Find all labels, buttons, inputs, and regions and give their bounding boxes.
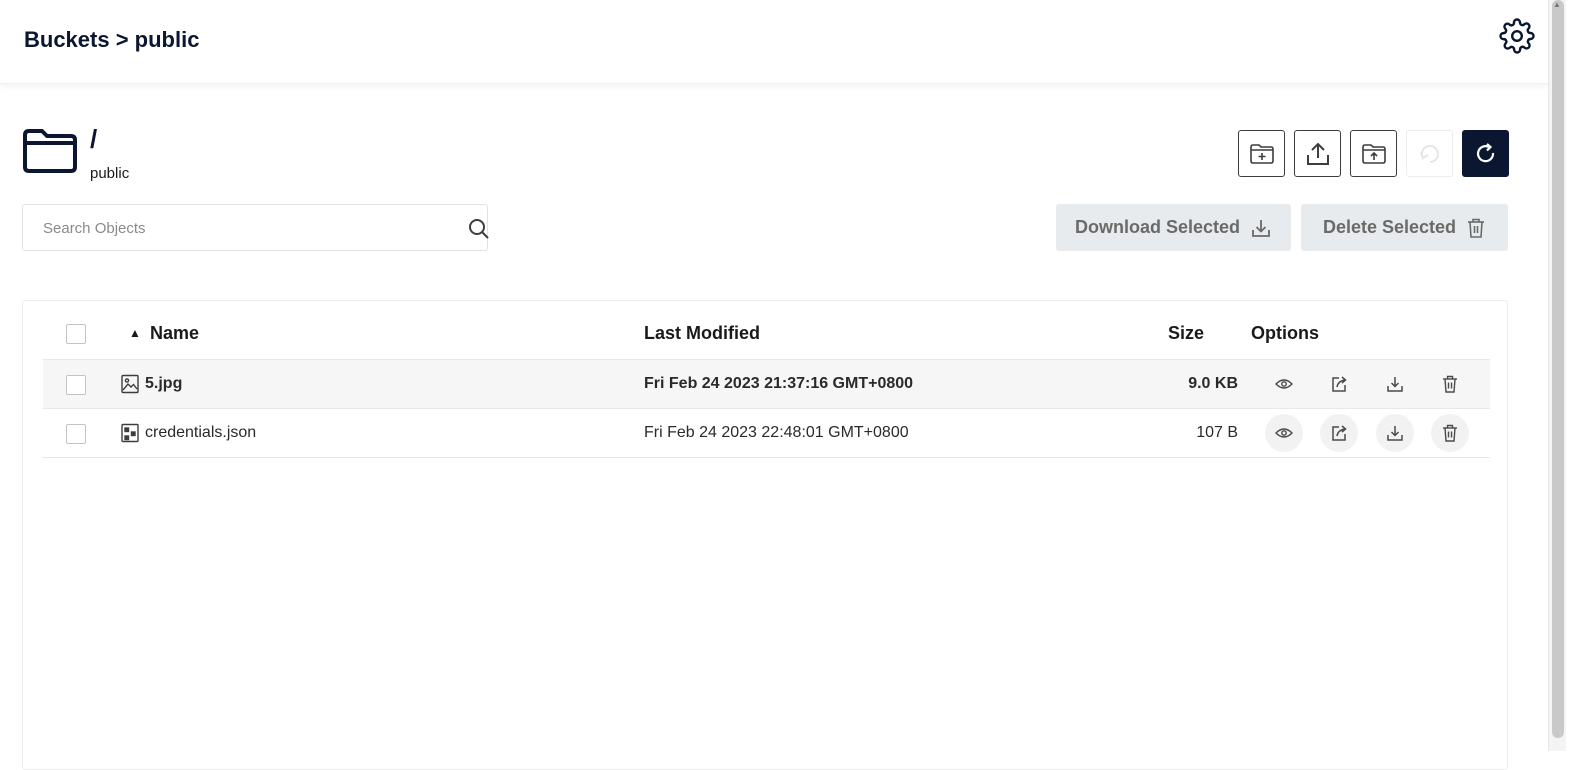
delete-button[interactable] [1431, 365, 1469, 403]
upload-icon [1306, 142, 1329, 165]
row-checkbox[interactable] [66, 375, 86, 395]
current-path: / [90, 124, 98, 154]
table-row[interactable]: credentials.json Fri Feb 24 2023 22:48:0… [43, 409, 1490, 458]
download-button[interactable] [1376, 414, 1414, 452]
rewind-icon [1419, 144, 1439, 163]
file-modified: Fri Feb 24 2023 21:37:16 GMT+0800 [644, 375, 914, 392]
share-icon [1332, 425, 1347, 441]
download-selected-button[interactable]: Download Selected [1056, 204, 1291, 251]
file-size: 9.0 KB [1188, 375, 1238, 392]
search-icon[interactable] [468, 218, 490, 240]
file-name[interactable]: 5.jpg [145, 375, 182, 393]
row-checkbox[interactable] [66, 424, 86, 444]
download-button[interactable] [1376, 365, 1414, 403]
breadcrumb[interactable]: Buckets > public [24, 27, 199, 53]
trash-icon [1443, 375, 1457, 393]
table-header: ▲ Name Last Modified Size Options [43, 301, 1490, 360]
upload-file-button[interactable] [1294, 130, 1341, 177]
folder-plus-icon [1249, 143, 1274, 164]
json-file-icon [121, 423, 139, 443]
refresh-button[interactable] [1462, 130, 1509, 177]
eye-icon [1275, 379, 1293, 389]
trash-icon [1468, 218, 1485, 238]
column-last-modified[interactable]: Last Modified [644, 323, 760, 344]
file-modified: Fri Feb 24 2023 22:48:01 GMT+0800 [644, 424, 909, 441]
file-name[interactable]: credentials.json [145, 424, 256, 442]
create-folder-button[interactable] [1238, 130, 1285, 177]
folder-icon [23, 129, 77, 173]
rewind-button[interactable] [1406, 130, 1453, 177]
share-button[interactable] [1320, 365, 1358, 403]
share-button[interactable] [1320, 414, 1358, 452]
search-input[interactable] [41, 217, 441, 239]
table-row[interactable]: 5.jpg Fri Feb 24 2023 21:37:16 GMT+0800 … [43, 360, 1490, 409]
preview-button[interactable] [1265, 414, 1303, 452]
delete-selected-button[interactable]: Delete Selected [1301, 204, 1508, 251]
folder-upload-icon [1361, 143, 1386, 164]
preview-button[interactable] [1265, 365, 1303, 403]
share-icon [1332, 376, 1347, 392]
scrollbar-thumb[interactable] [1552, 0, 1564, 738]
download-icon [1387, 426, 1403, 441]
column-size[interactable]: Size [1168, 323, 1204, 344]
upload-folder-button[interactable] [1350, 130, 1397, 177]
page-scrollbar[interactable]: ▲ [1548, 0, 1566, 751]
column-name[interactable]: Name [150, 323, 199, 344]
top-bar: Buckets > public [0, 0, 1548, 84]
eye-icon [1275, 428, 1293, 438]
image-file-icon [121, 374, 139, 394]
delete-selected-label: Delete Selected [1322, 217, 1457, 237]
select-all-checkbox[interactable] [66, 324, 86, 344]
download-icon [1387, 377, 1403, 392]
refresh-icon [1476, 142, 1494, 162]
gear-icon[interactable] [1499, 18, 1535, 54]
download-selected-label: Download Selected [1074, 217, 1241, 237]
column-options: Options [1251, 323, 1319, 343]
objects-table: ▲ Name Last Modified Size Options 5.jpg … [22, 300, 1508, 770]
file-size: 107 B [1196, 424, 1238, 441]
download-icon [1252, 219, 1270, 237]
sort-asc-icon[interactable]: ▲ [129, 326, 141, 340]
bucket-name: public [90, 165, 130, 182]
trash-icon [1443, 424, 1457, 442]
delete-button[interactable] [1431, 414, 1469, 452]
scroll-up-arrow-icon[interactable]: ▲ [1553, 0, 1561, 9]
search-box [22, 204, 490, 251]
